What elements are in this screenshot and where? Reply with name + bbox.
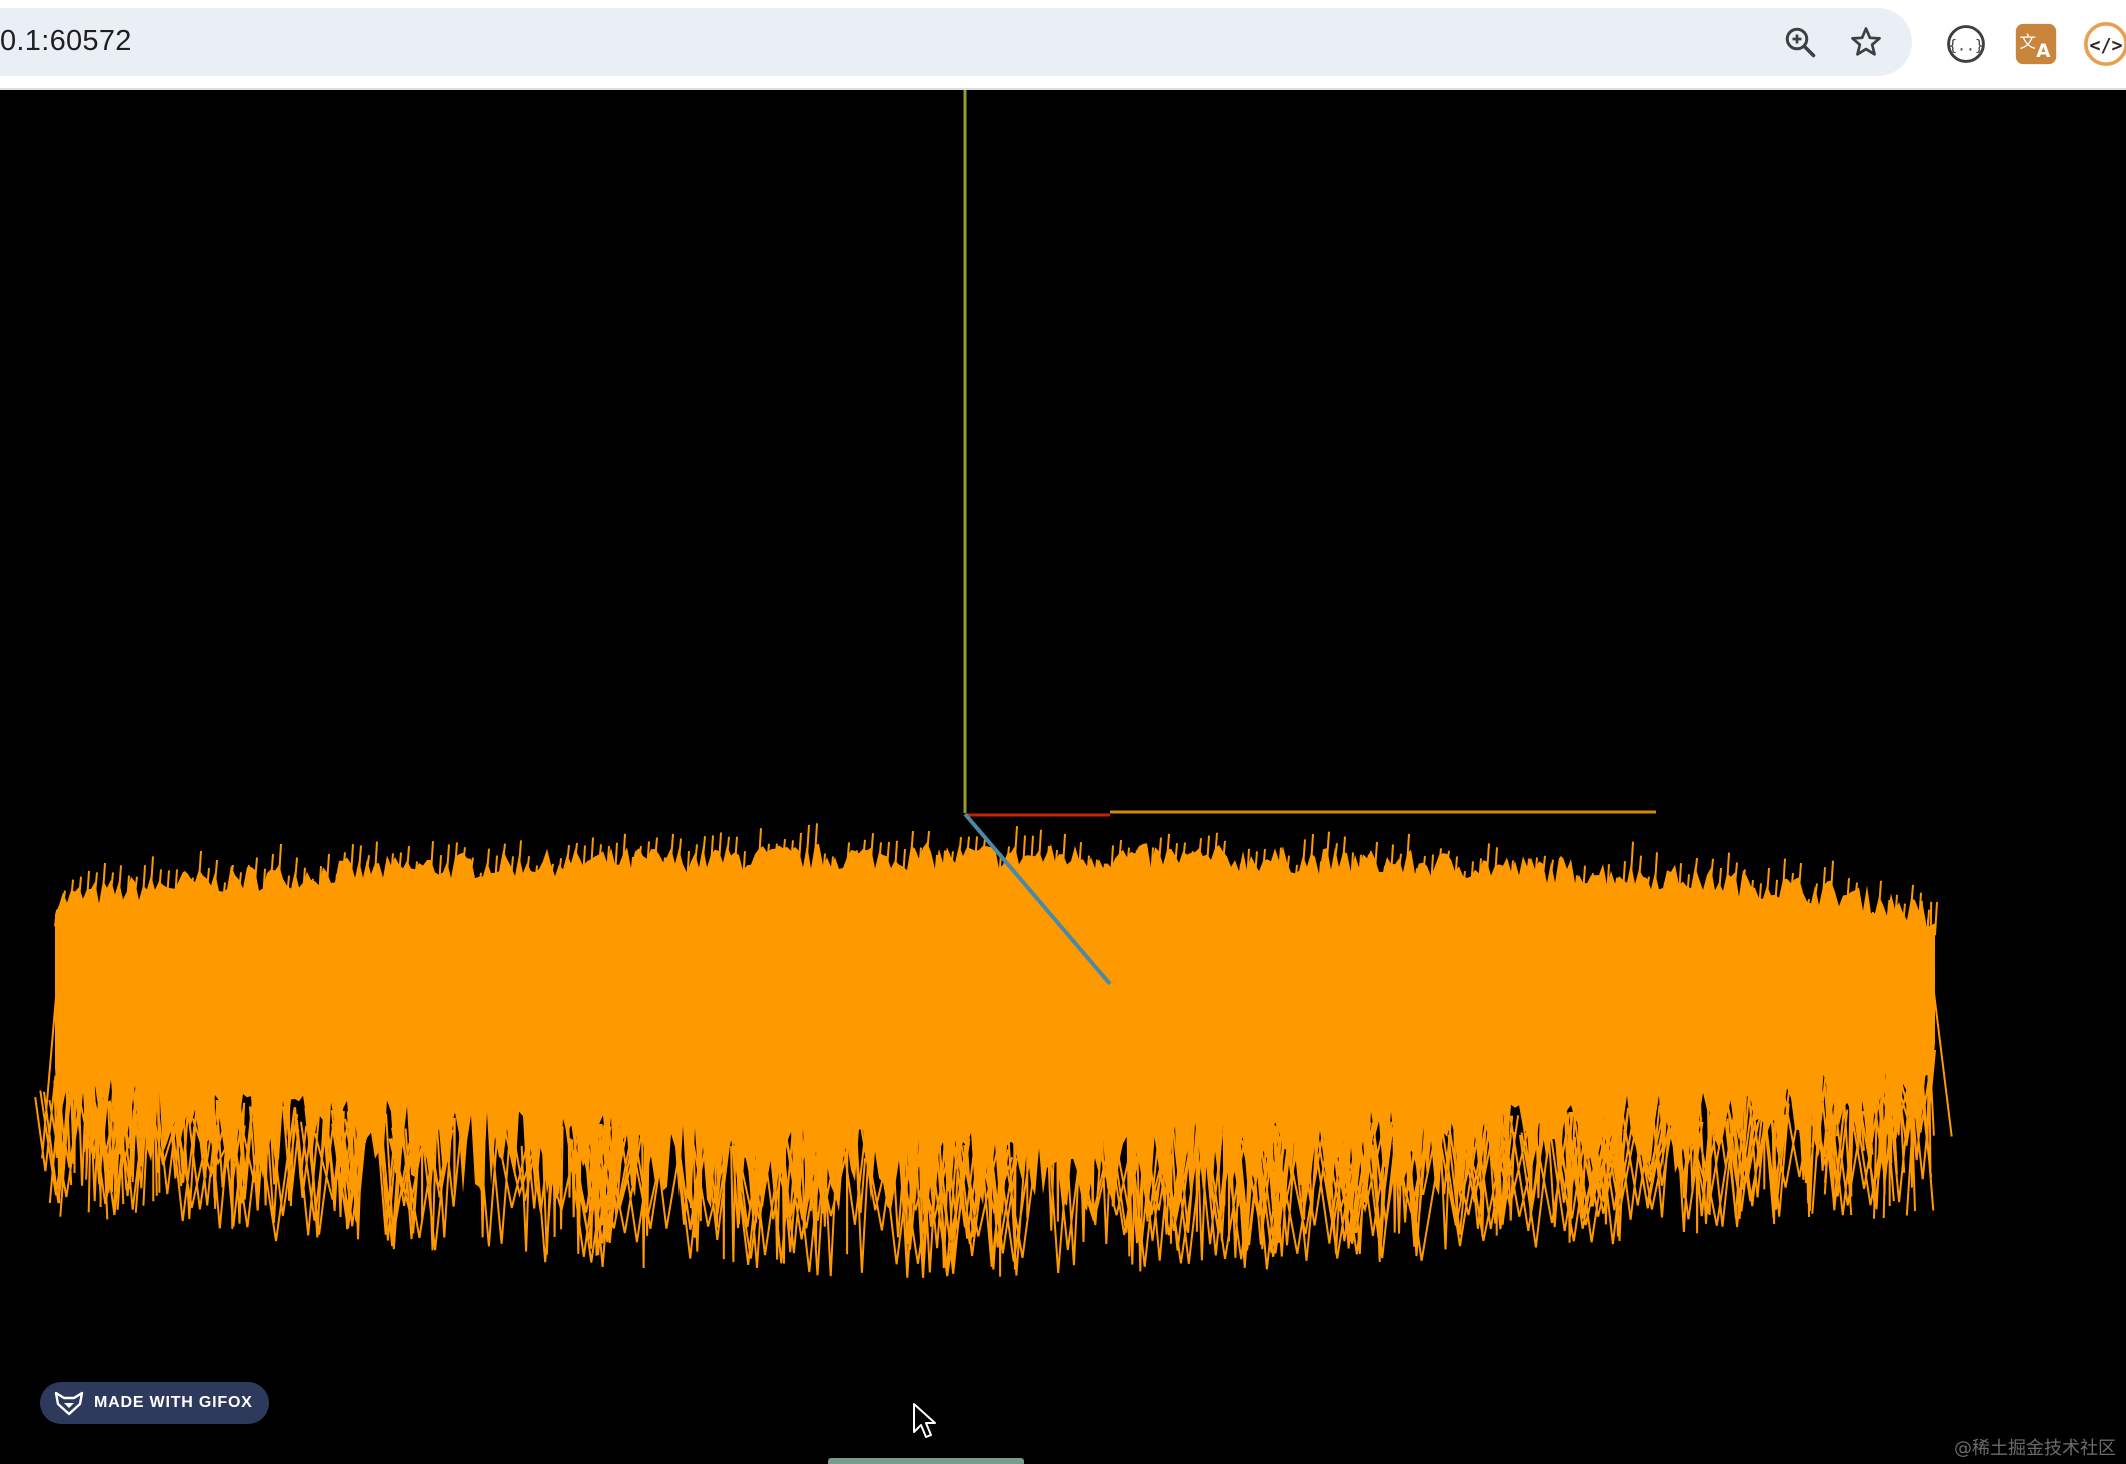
gifox-label: MADE WITH GIFOX: [94, 1394, 253, 1411]
json-viewer-icon[interactable]: {..}: [1944, 22, 1988, 66]
terrain-scene[interactable]: [0, 90, 2126, 1464]
gifox-badge: MADE WITH GIFOX: [40, 1382, 269, 1424]
url-text[interactable]: 0.1:60572: [0, 25, 132, 58]
watermark: @稀土掘金技术社区: [1954, 1438, 2116, 1459]
webgl-viewport[interactable]: [0, 90, 2126, 1464]
zoom-in-icon[interactable]: [1782, 24, 1818, 60]
browser-toolbar: 0.1:60572 {..} 文 A </>: [0, 0, 2126, 90]
fox-logo-icon: [54, 1391, 84, 1416]
bottom-tab-indicator: [828, 1458, 1024, 1464]
svg-text:A: A: [2036, 41, 2051, 62]
svg-text:文: 文: [2020, 33, 2037, 52]
svg-text:{..}: {..}: [1948, 37, 1983, 54]
translate-icon[interactable]: 文 A: [2014, 22, 2058, 66]
svg-text:</>: </>: [2089, 35, 2122, 56]
mouse-pointer-icon: [913, 1403, 936, 1438]
address-bar[interactable]: 0.1:60572: [0, 8, 1912, 76]
star-icon[interactable]: [1848, 24, 1884, 60]
code-icon[interactable]: </>: [2084, 22, 2126, 66]
